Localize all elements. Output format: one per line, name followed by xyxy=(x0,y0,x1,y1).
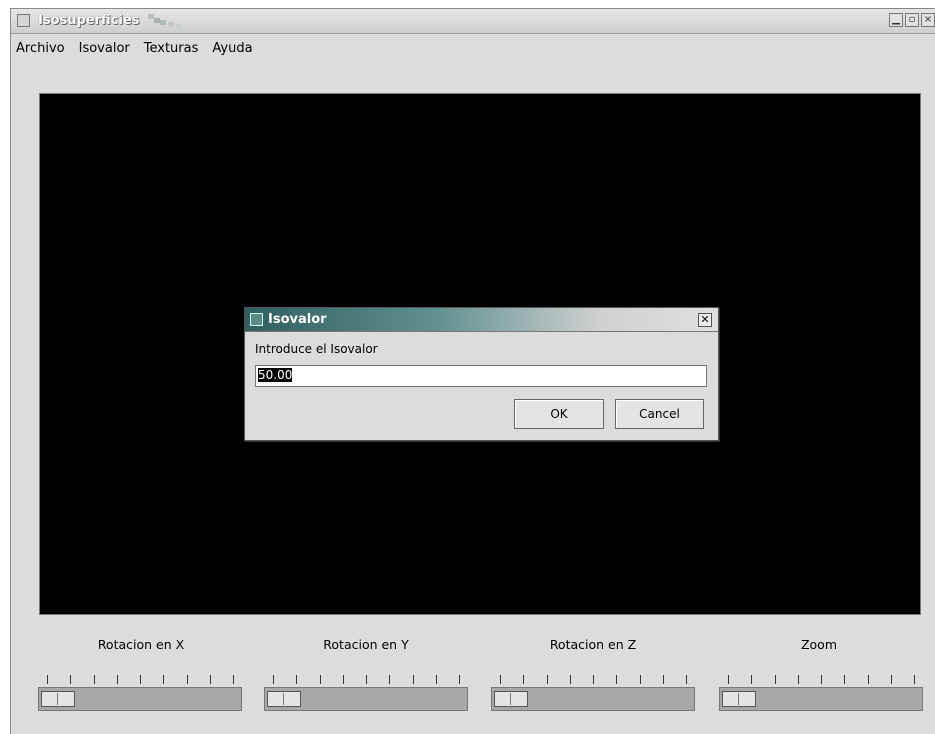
slider-tick xyxy=(140,675,141,684)
slider-tick xyxy=(639,675,641,684)
slider-rot-y[interactable] xyxy=(264,687,468,711)
slider-tick xyxy=(686,675,687,684)
slider-tick xyxy=(616,675,618,684)
slider-ticks-rot-x xyxy=(38,675,242,685)
maximize-button[interactable]: ▫ xyxy=(905,13,919,27)
slider-tick xyxy=(342,675,344,684)
slider-zoom[interactable] xyxy=(719,687,923,711)
slider-tick xyxy=(914,675,915,684)
slider-tick xyxy=(366,675,367,684)
slider-tick xyxy=(844,675,846,684)
isovalor-input-value: 50.00 xyxy=(258,368,293,382)
slider-label-zoom: Zoom xyxy=(800,637,838,652)
slider-rot-x[interactable] xyxy=(38,687,242,711)
slider-thumb[interactable] xyxy=(267,691,301,707)
slider-rot-z[interactable] xyxy=(491,687,695,711)
slider-tick xyxy=(296,675,298,684)
dialog-menu-icon[interactable] xyxy=(250,313,263,326)
menu-texturas[interactable]: Texturas xyxy=(144,41,199,56)
cancel-button[interactable]: Cancel xyxy=(615,399,704,429)
slider-tick xyxy=(163,675,165,684)
window-menu-icon[interactable] xyxy=(17,14,30,27)
menu-archivo[interactable]: Archivo xyxy=(16,41,65,56)
slider-tick xyxy=(593,675,594,684)
slider-tick xyxy=(774,675,776,684)
slider-tick xyxy=(209,675,211,684)
menu-bar: Archivo Isovalor Texturas Ayuda xyxy=(11,35,935,61)
slider-tick xyxy=(186,675,188,684)
menu-ayuda[interactable]: Ayuda xyxy=(212,41,252,56)
slider-tick xyxy=(435,675,437,684)
dialog-title: Isovalor xyxy=(268,312,327,327)
main-window: Isosuperficies ▁ ▫ × Archivo Isovalor Te… xyxy=(10,8,935,734)
slider-tick xyxy=(116,675,118,684)
slider-tick xyxy=(319,675,321,684)
menu-isovalor[interactable]: Isovalor xyxy=(79,41,130,56)
dialog-title-bar[interactable]: Isovalor ✕ xyxy=(245,308,718,332)
slider-ticks-zoom xyxy=(719,675,923,685)
slider-thumb[interactable] xyxy=(41,691,75,707)
slider-tick xyxy=(890,675,892,684)
slider-tick xyxy=(233,675,234,684)
ok-button[interactable]: OK xyxy=(514,399,604,429)
slider-ticks-rot-z xyxy=(491,675,695,685)
slider-tick xyxy=(47,675,48,684)
slider-tick xyxy=(728,675,729,684)
slider-label-rot-y: Rotacion en Y xyxy=(323,637,409,652)
close-button[interactable]: × xyxy=(921,13,935,27)
dialog-prompt: Introduce el Isovalor xyxy=(255,342,378,356)
slider-tick xyxy=(389,675,391,684)
slider-tick xyxy=(412,675,414,684)
slider-tick xyxy=(459,675,460,684)
isovalor-dialog: Isovalor ✕ Introduce el Isovalor 50.00 O… xyxy=(244,307,719,441)
slider-label-rot-x: Rotacion en X xyxy=(97,637,185,652)
slider-tick xyxy=(821,675,822,684)
slider-tick xyxy=(523,675,525,684)
isovalor-input[interactable]: 50.00 xyxy=(255,365,707,387)
slider-tick xyxy=(93,675,95,684)
slider-tick xyxy=(273,675,274,684)
title-decoration-icon xyxy=(148,14,182,28)
slider-label-rot-z: Rotacion en Z xyxy=(549,637,637,652)
dialog-close-button[interactable]: ✕ xyxy=(698,313,712,327)
title-bar[interactable]: Isosuperficies ▁ ▫ × xyxy=(11,9,935,34)
slider-tick xyxy=(546,675,548,684)
slider-tick xyxy=(662,675,664,684)
slider-ticks-rot-y xyxy=(264,675,468,685)
slider-tick xyxy=(751,675,753,684)
slider-tick xyxy=(569,675,571,684)
slider-thumb[interactable] xyxy=(494,691,528,707)
slider-tick xyxy=(70,675,72,684)
slider-tick xyxy=(500,675,501,684)
window-title: Isosuperficies xyxy=(38,13,140,28)
slider-tick xyxy=(867,675,869,684)
slider-tick xyxy=(797,675,799,684)
slider-thumb[interactable] xyxy=(722,691,756,707)
minimize-button[interactable]: ▁ xyxy=(889,13,903,27)
